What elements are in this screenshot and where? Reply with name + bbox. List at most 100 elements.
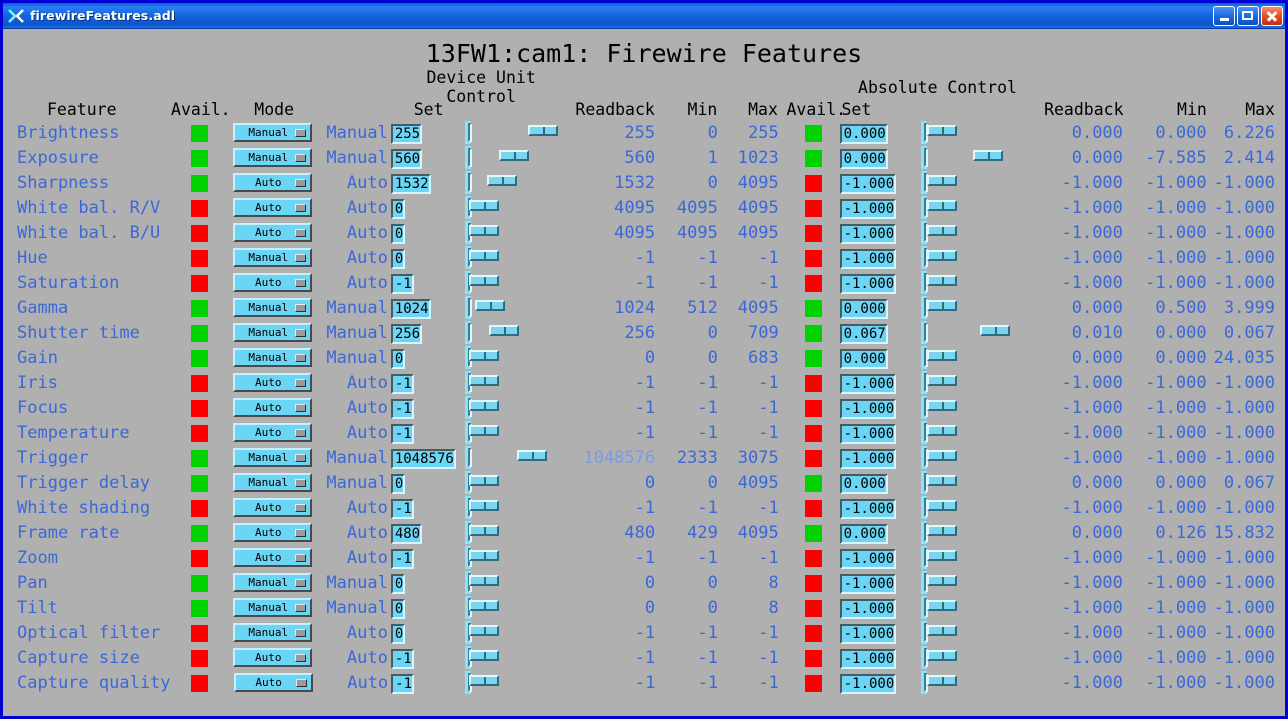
set-slider[interactable] xyxy=(465,271,471,294)
set-slider[interactable] xyxy=(465,171,471,194)
slider-thumb[interactable] xyxy=(469,600,499,611)
slider-thumb[interactable] xyxy=(927,675,957,686)
absolute-set-slider[interactable] xyxy=(921,396,927,419)
absolute-set-slider[interactable] xyxy=(921,446,927,469)
slider-thumb[interactable] xyxy=(927,625,957,636)
set-slider[interactable] xyxy=(465,471,471,494)
set-input[interactable]: 480 xyxy=(391,524,422,544)
slider-thumb[interactable] xyxy=(927,525,957,536)
set-slider[interactable] xyxy=(465,146,471,169)
set-slider[interactable] xyxy=(465,446,471,469)
set-input[interactable]: 560 xyxy=(391,149,422,169)
mode-dropdown[interactable]: Manual xyxy=(233,298,312,317)
absolute-set-input[interactable]: -1.000 xyxy=(840,549,897,569)
absolute-set-slider[interactable] xyxy=(921,221,927,244)
slider-thumb[interactable] xyxy=(469,625,499,636)
slider-thumb[interactable] xyxy=(469,550,499,561)
slider-thumb[interactable] xyxy=(469,200,499,211)
set-slider[interactable] xyxy=(465,546,471,569)
slider-thumb[interactable] xyxy=(927,375,957,386)
mode-dropdown[interactable]: Manual xyxy=(233,473,312,492)
slider-thumb[interactable] xyxy=(927,175,957,186)
mode-dropdown[interactable]: Auto xyxy=(233,523,312,542)
slider-thumb[interactable] xyxy=(927,425,957,436)
mode-dropdown[interactable]: Auto xyxy=(234,673,313,692)
mode-dropdown[interactable]: Manual xyxy=(233,623,312,642)
absolute-set-input[interactable]: -1.000 xyxy=(840,274,897,294)
absolute-set-input[interactable]: -1.000 xyxy=(840,424,897,444)
mode-dropdown[interactable]: Manual xyxy=(233,323,312,342)
set-slider[interactable] xyxy=(465,621,471,644)
set-slider[interactable] xyxy=(465,421,471,444)
mode-dropdown[interactable]: Auto xyxy=(233,398,312,417)
absolute-set-slider[interactable] xyxy=(921,271,927,294)
absolute-set-slider[interactable] xyxy=(921,371,927,394)
absolute-set-slider[interactable] xyxy=(921,296,927,319)
absolute-set-input[interactable]: -1.000 xyxy=(840,649,897,669)
slider-thumb[interactable] xyxy=(927,575,957,586)
set-slider[interactable] xyxy=(465,671,471,694)
absolute-set-slider[interactable] xyxy=(921,421,927,444)
set-input[interactable]: -1 xyxy=(391,274,414,294)
maximize-button[interactable] xyxy=(1237,6,1259,26)
mode-dropdown[interactable]: Auto xyxy=(233,498,312,517)
set-slider[interactable] xyxy=(465,646,471,669)
slider-thumb[interactable] xyxy=(927,450,957,461)
absolute-set-input[interactable]: -1.000 xyxy=(840,374,897,394)
slider-thumb[interactable] xyxy=(980,325,1010,336)
set-slider[interactable] xyxy=(465,496,471,519)
slider-thumb[interactable] xyxy=(927,550,957,561)
absolute-set-input[interactable]: 0.000 xyxy=(840,349,888,369)
absolute-set-input[interactable]: 0.000 xyxy=(840,474,888,494)
set-input[interactable]: 0 xyxy=(391,249,405,269)
set-input[interactable]: 0 xyxy=(391,599,405,619)
slider-thumb[interactable] xyxy=(469,275,499,286)
set-input[interactable]: -1 xyxy=(391,499,414,519)
absolute-set-slider[interactable] xyxy=(921,646,927,669)
slider-thumb[interactable] xyxy=(469,425,499,436)
set-input[interactable]: 0 xyxy=(391,199,405,219)
absolute-set-input[interactable]: -1.000 xyxy=(840,599,897,619)
mode-dropdown[interactable]: Auto xyxy=(233,198,312,217)
absolute-set-input[interactable]: -1.000 xyxy=(840,199,897,219)
absolute-set-input[interactable]: -1.000 xyxy=(840,174,897,194)
mode-dropdown[interactable]: Auto xyxy=(233,373,312,392)
set-input[interactable]: 1024 xyxy=(391,299,431,319)
set-input[interactable]: -1 xyxy=(391,424,414,444)
mode-dropdown[interactable]: Auto xyxy=(233,273,312,292)
absolute-set-input[interactable]: 0.000 xyxy=(840,524,888,544)
set-slider[interactable] xyxy=(465,296,471,319)
slider-thumb[interactable] xyxy=(927,125,957,136)
absolute-set-slider[interactable] xyxy=(921,321,927,344)
absolute-set-input[interactable]: -1.000 xyxy=(840,449,897,469)
slider-thumb[interactable] xyxy=(469,675,499,686)
slider-thumb[interactable] xyxy=(927,225,957,236)
slider-thumb[interactable] xyxy=(469,250,499,261)
mode-dropdown[interactable]: Manual xyxy=(233,123,312,142)
absolute-set-slider[interactable] xyxy=(921,196,927,219)
absolute-set-slider[interactable] xyxy=(921,571,927,594)
set-input[interactable]: 256 xyxy=(391,324,422,344)
slider-thumb[interactable] xyxy=(469,525,499,536)
set-input[interactable]: 0 xyxy=(391,349,405,369)
set-slider[interactable] xyxy=(465,321,471,344)
absolute-set-input[interactable]: -1.000 xyxy=(840,399,897,419)
absolute-set-slider[interactable] xyxy=(921,596,927,619)
slider-thumb[interactable] xyxy=(475,300,505,311)
set-input[interactable]: 0 xyxy=(391,574,405,594)
set-input[interactable]: -1 xyxy=(391,399,414,419)
set-slider[interactable] xyxy=(465,121,471,144)
mode-dropdown[interactable]: Auto xyxy=(233,223,312,242)
absolute-set-input[interactable]: 0.000 xyxy=(840,149,888,169)
mode-dropdown[interactable]: Auto xyxy=(233,423,312,442)
set-input[interactable]: 1532 xyxy=(391,174,431,194)
mode-dropdown[interactable]: Manual xyxy=(233,448,312,467)
slider-thumb[interactable] xyxy=(973,150,1003,161)
absolute-set-input[interactable]: -1.000 xyxy=(840,224,897,244)
slider-thumb[interactable] xyxy=(927,475,957,486)
mode-dropdown[interactable]: Auto xyxy=(233,548,312,567)
mode-dropdown[interactable]: Manual xyxy=(233,148,312,167)
set-input[interactable]: -1 xyxy=(391,374,414,394)
mode-dropdown[interactable]: Manual xyxy=(233,248,312,267)
absolute-set-slider[interactable] xyxy=(921,496,927,519)
